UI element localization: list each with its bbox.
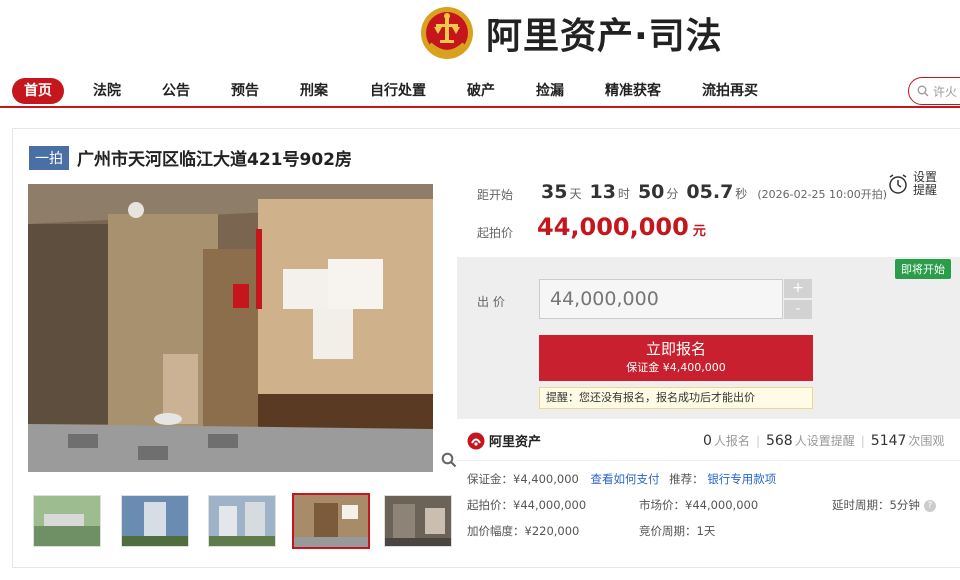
countdown-label: 距开始: [477, 188, 514, 202]
deposit-row: 保证金：¥4,400,000 查看如何支付 推荐： 银行专用款项: [467, 471, 776, 487]
detail-bid-period: 竞价周期：1天: [639, 524, 716, 538]
delay-period: 延时周期：5分钟?: [832, 497, 936, 513]
start-price-label: 起拍价: [477, 226, 514, 240]
countdown-hours: 13: [589, 181, 616, 203]
court-emblem-icon: [418, 4, 476, 62]
bid-stepper: + -: [784, 279, 812, 319]
countdown-days-unit: 天: [569, 187, 582, 201]
detail-market-price: 市场价：¥44,000,000: [639, 498, 759, 512]
auction-title-row: 一拍 广州市天河区临江大道421号902房: [29, 145, 352, 170]
countdown-seconds-unit: 秒: [735, 187, 748, 201]
countdown-hours-unit: 时: [617, 187, 630, 201]
nav-item-court[interactable]: 法院: [93, 78, 121, 104]
round-tag: 一拍: [29, 145, 69, 170]
decrease-bid-button[interactable]: -: [784, 300, 812, 319]
view-count-label: 次围观: [908, 434, 945, 448]
logo-text: 阿里资产·司法: [486, 16, 723, 57]
bid-label: 出 价: [477, 295, 505, 309]
view-count: 5147: [870, 433, 907, 449]
status-badge: 即将开始: [895, 259, 951, 279]
detail-increment: 加价幅度：¥220,000: [467, 524, 580, 538]
start-price: 44,000,000 元: [537, 213, 706, 241]
delay-period-text: 延时周期：5分钟: [832, 498, 920, 512]
detail-start-price: 起拍价：¥44,000,000: [467, 498, 587, 512]
alarm-clock-icon: [889, 174, 907, 194]
reminder-count: 568: [765, 433, 793, 449]
auction-card: 一拍 广州市天河区临江大道421号902房 距开始 35 天 13 时 50 分…: [12, 128, 960, 568]
nav-item-notice[interactable]: 公告: [162, 78, 190, 104]
thumbnail-4-selected[interactable]: [292, 493, 370, 549]
thumbnail-1[interactable]: [33, 495, 101, 547]
countdown-days: 35: [541, 181, 568, 203]
set-reminder-button[interactable]: 设置 提醒: [887, 171, 937, 197]
ali-logo-icon: [467, 432, 485, 449]
help-icon[interactable]: ?: [923, 499, 936, 512]
thumbnail-2[interactable]: [121, 495, 189, 547]
bid-panel: 即将开始 出 价 44,000,000 + - 立即报名 保证金 ¥4,400,…: [457, 257, 960, 419]
countdown: 35 天 13 时 50 分 05.7 秒 (2026-02-25 10:00开…: [539, 181, 887, 203]
nav-item-bargain[interactable]: 捡漏: [536, 78, 564, 104]
auction-start-time: (2026-02-25 10:00开拍): [757, 188, 888, 201]
signup-count: 0: [703, 433, 712, 449]
signup-tip: 提醒：您还没有报名，报名成功后才能出价: [539, 387, 813, 409]
auction-title: 广州市天河区临江大道421号902房: [77, 150, 352, 170]
nav-item-home[interactable]: 首页: [12, 78, 64, 104]
auction-stats: 0 人报名 | 568 人设置提醒 | 5147 次围观: [703, 433, 945, 449]
nav-item-criminal[interactable]: 刑案: [300, 78, 328, 104]
zoom-icon[interactable]: [441, 452, 457, 468]
ali-logo-text: 阿里资产: [489, 435, 542, 450]
nav-item-preview[interactable]: 预告: [231, 78, 259, 104]
bid-amount-input[interactable]: 44,000,000: [539, 279, 783, 319]
nav-item-bankruptcy[interactable]: 破产: [467, 78, 495, 104]
search-input[interactable]: 许火: [908, 77, 960, 105]
signup-button[interactable]: 立即报名 保证金 ¥4,400,000: [539, 335, 813, 381]
site-logo[interactable]: 阿里资产·司法: [418, 0, 723, 66]
auction-info: 距开始 35 天 13 时 50 分 05.7 秒 (2026-02-25 10…: [457, 129, 960, 569]
signup-count-label: 人报名: [713, 434, 750, 448]
deposit-amount: 保证金：¥4,400,000: [467, 472, 579, 486]
start-price-unit: 元: [692, 224, 706, 239]
signup-button-label: 立即报名: [645, 340, 706, 358]
countdown-seconds: 05.7: [686, 181, 734, 203]
thumbnail-3[interactable]: [208, 495, 276, 547]
bank-payment-link[interactable]: 银行专用款项: [707, 472, 776, 486]
thumbnail-5[interactable]: [384, 495, 452, 547]
nav-item-self-disposal[interactable]: 自行处置: [370, 78, 426, 104]
main-nav: 首页 法院 公告 预告 刑案 自行处置 破产 捡漏 精准获客 流拍再买 许火: [0, 72, 960, 108]
increase-bid-button[interactable]: +: [784, 279, 812, 298]
nav-item-rebuy[interactable]: 流拍再买: [702, 78, 758, 104]
nav-item-precise-leads[interactable]: 精准获客: [605, 78, 661, 104]
search-placeholder: 许火: [933, 84, 958, 99]
search-icon: [917, 85, 929, 97]
reminder-count-label: 人设置提醒: [794, 434, 855, 448]
ali-assets-logo: 阿里资产: [467, 431, 541, 450]
reminder-line2: 提醒: [913, 183, 938, 197]
main-photo[interactable]: [28, 184, 433, 472]
how-to-pay-link[interactable]: 查看如何支付: [591, 472, 660, 486]
countdown-minutes: 50: [637, 181, 665, 203]
start-price-value: 44,000,000: [537, 213, 689, 241]
countdown-minutes-unit: 分: [666, 187, 679, 201]
signup-button-deposit: 保证金 ¥4,400,000: [626, 361, 726, 374]
recommend-label: 推荐：: [669, 472, 704, 486]
stats-row: 阿里资产 0 人报名 | 568 人设置提醒 | 5147 次围观: [457, 421, 960, 461]
